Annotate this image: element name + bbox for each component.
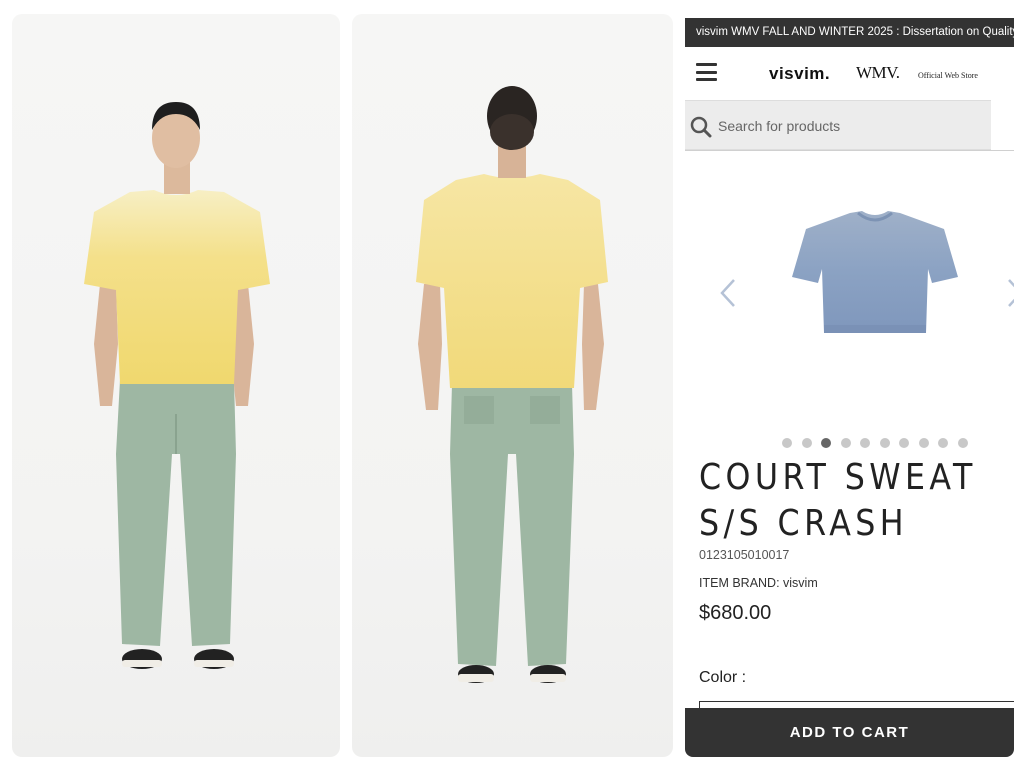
product-price: $680.00 xyxy=(699,602,772,624)
model-front-photo xyxy=(12,14,340,757)
product-brand: ITEM BRAND: visvim xyxy=(699,576,818,590)
carousel-dot[interactable] xyxy=(957,438,968,448)
carousel-dot[interactable] xyxy=(899,438,909,448)
carousel-dot[interactable] xyxy=(918,438,929,448)
model-back-photo xyxy=(352,14,673,757)
carousel-dot[interactable] xyxy=(840,438,851,448)
search-input[interactable] xyxy=(718,115,978,137)
product-image-carousel xyxy=(685,151,1014,446)
color-label: Color : xyxy=(699,669,747,686)
carousel-dot[interactable] xyxy=(860,438,870,448)
announcement-bar[interactable]: visvim WMV FALL AND WINTER 2025 : Disser… xyxy=(685,18,1014,47)
store-label: Official Web Store xyxy=(918,71,978,80)
product-panel: visvim WMV FALL AND WINTER 2025 : Disser… xyxy=(685,18,1014,758)
chevron-right-icon[interactable] xyxy=(1007,278,1014,308)
wmv-logo[interactable]: WMV. xyxy=(856,63,900,83)
carousel-dot[interactable] xyxy=(801,438,812,448)
search-bar xyxy=(685,100,1014,151)
product-sku: 0123105010017 xyxy=(699,548,790,562)
visvim-logo[interactable]: visvim. xyxy=(769,64,830,84)
menu-icon[interactable] xyxy=(696,63,717,81)
search-icon[interactable] xyxy=(690,116,712,138)
carousel-dots xyxy=(782,438,968,448)
carousel-dot[interactable] xyxy=(879,438,890,448)
product-image[interactable] xyxy=(792,207,958,339)
product-title: COURT SWEAT S/S CRASH xyxy=(699,457,977,544)
carousel-dot[interactable] xyxy=(821,438,831,448)
chevron-left-icon[interactable] xyxy=(719,278,737,308)
search-box xyxy=(685,100,991,150)
site-header: visvim. WMV. Official Web Store xyxy=(685,47,1014,100)
carousel-dot[interactable] xyxy=(938,438,948,448)
carousel-dot[interactable] xyxy=(782,438,792,448)
add-to-cart-button[interactable]: ADD TO CART xyxy=(685,708,1014,757)
